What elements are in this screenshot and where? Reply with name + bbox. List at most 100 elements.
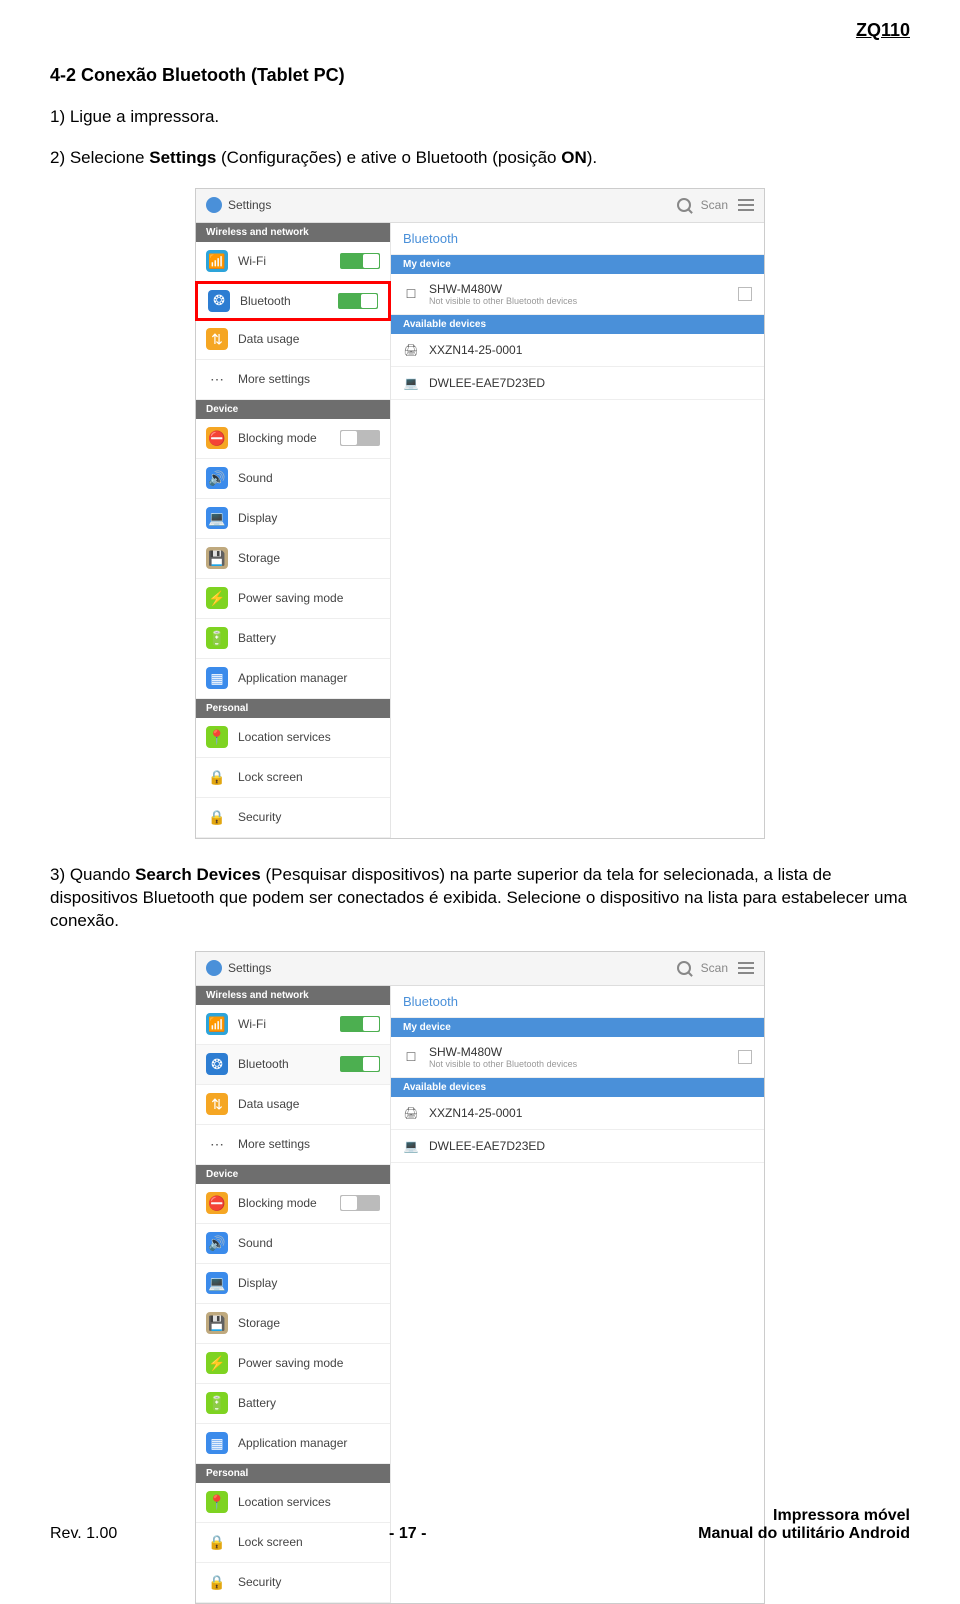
ui-title: Settings (228, 198, 271, 212)
wifi-toggle[interactable] (340, 253, 380, 269)
sb-label: Blocking mode (238, 1196, 317, 1210)
sidebar-item-security[interactable]: 🔒 Security (196, 798, 390, 838)
step-3-pre: 3) Quando (50, 865, 135, 884)
sidebar-item-sound[interactable]: 🔊 Sound (196, 459, 390, 499)
sidebar: Wireless and network 📶 Wi-Fi ❂ Bluetooth… (196, 223, 391, 838)
search-icon[interactable] (677, 198, 691, 212)
sidebar-item-powersave[interactable]: ⚡ Power saving mode (196, 579, 390, 619)
sidebar-item-wifi[interactable]: 📶 Wi-Fi (196, 1005, 390, 1045)
menu-icon[interactable] (738, 962, 754, 974)
device-row-2[interactable]: 💻 DWLEE-EAE7D23ED (391, 367, 764, 400)
security-icon: 🔒 (206, 1571, 228, 1593)
sidebar-item-storage[interactable]: 💾 Storage (196, 539, 390, 579)
my-device-text: SHW-M480W Not visible to other Bluetooth… (429, 282, 728, 306)
section-title: 4-2 Conexão Bluetooth (Tablet PC) (50, 65, 910, 86)
blocking-icon: ⛔ (206, 427, 228, 449)
visibility-checkbox[interactable] (738, 287, 752, 301)
sidebar-item-lock[interactable]: 🔒 Lock screen (196, 758, 390, 798)
device-1-name: XXZN14-25-0001 (429, 343, 752, 357)
sound-icon: 🔊 (206, 1232, 228, 1254)
footer-page: - 17 - (389, 1525, 426, 1543)
bluetooth-icon: ❂ (206, 1053, 228, 1075)
step-2: 2) Selecione Settings (Configurações) e … (50, 147, 910, 170)
sb-label: Wi-Fi (238, 254, 266, 268)
data-icon: ⇅ (206, 328, 228, 350)
sidebar-item-bluetooth[interactable]: ❂ Bluetooth (195, 281, 391, 321)
sb-label: Power saving mode (238, 591, 343, 605)
ui-header: Settings Scan (196, 952, 764, 986)
wifi-icon: 📶 (206, 1013, 228, 1035)
scan-label[interactable]: Scan (701, 198, 728, 212)
device-row-1[interactable]: 🖨 XXZN14-25-0001 (391, 334, 764, 367)
sidebar-item-bluetooth[interactable]: ❂ Bluetooth (196, 1045, 390, 1085)
sidebar-item-sound[interactable]: 🔊 Sound (196, 1224, 390, 1264)
ui-body: Wireless and network 📶 Wi-Fi ❂ Bluetooth… (196, 223, 764, 838)
menu-icon[interactable] (738, 199, 754, 211)
visibility-checkbox[interactable] (738, 1050, 752, 1064)
footer-title-1: Impressora móvel (698, 1507, 910, 1525)
sidebar-item-datausage[interactable]: ⇅ Data usage (196, 320, 390, 360)
my-device-name: SHW-M480W (429, 282, 728, 296)
device-row-1[interactable]: 🖨 XXZN14-25-0001 (391, 1097, 764, 1130)
display-icon: 💻 (206, 507, 228, 529)
sb-label: Storage (238, 1316, 280, 1330)
apps-icon: ▦ (206, 667, 228, 689)
screenshot-1: Settings Scan Wireless and network 📶 Wi-… (50, 188, 910, 839)
sb-label: Sound (238, 471, 273, 485)
sidebar-item-more[interactable]: ⋯ More settings (196, 360, 390, 400)
sidebar-item-display[interactable]: 💻 Display (196, 499, 390, 539)
sidebar-item-powersave[interactable]: ⚡ Power saving mode (196, 1344, 390, 1384)
blocking-toggle[interactable] (340, 430, 380, 446)
sidebar-item-appmgr[interactable]: ▦ Application manager (196, 659, 390, 699)
blocking-toggle[interactable] (340, 1195, 380, 1211)
model-header: ZQ110 (856, 20, 910, 41)
bluetooth-toggle[interactable] (338, 293, 378, 309)
sound-icon: 🔊 (206, 467, 228, 489)
device-row-2[interactable]: 💻 DWLEE-EAE7D23ED (391, 1130, 764, 1163)
laptop-icon: 💻 (403, 1138, 419, 1154)
bluetooth-toggle[interactable] (340, 1056, 380, 1072)
more-icon: ⋯ (206, 368, 228, 390)
wifi-toggle[interactable] (340, 1016, 380, 1032)
step-3-bold: Search Devices (135, 865, 261, 884)
screenshot-2: Settings Scan Wireless and network 📶 Wi-… (50, 951, 910, 1604)
section-wireless: Wireless and network (196, 986, 390, 1005)
sb-label: Storage (238, 551, 280, 565)
sidebar-item-more[interactable]: ⋯ More settings (196, 1125, 390, 1165)
step-2-pre: 2) Selecione (50, 148, 149, 167)
step-2-mid: (Configurações) e ative o Bluetooth (pos… (216, 148, 561, 167)
sidebar-item-display[interactable]: 💻 Display (196, 1264, 390, 1304)
sb-label: Bluetooth (240, 294, 291, 308)
sb-label: Lock screen (238, 770, 303, 784)
sb-label: Battery (238, 1396, 276, 1410)
ui-header-left: Settings (206, 197, 271, 213)
sb-label: Data usage (238, 1097, 299, 1111)
sidebar-item-blocking[interactable]: ⛔ Blocking mode (196, 419, 390, 459)
my-device-row[interactable]: ☐ SHW-M480W Not visible to other Bluetoo… (391, 274, 764, 315)
sidebar-item-appmgr[interactable]: ▦ Application manager (196, 1424, 390, 1464)
sidebar-item-blocking[interactable]: ⛔ Blocking mode (196, 1184, 390, 1224)
display-icon: 💻 (206, 1272, 228, 1294)
printer-icon: 🖨 (403, 342, 419, 358)
step-2-post: ). (587, 148, 597, 167)
sidebar-item-location[interactable]: 📍 Location services (196, 718, 390, 758)
my-device-bar: My device (391, 1018, 764, 1037)
sb-label: More settings (238, 372, 310, 386)
apps-icon: ▦ (206, 1432, 228, 1454)
data-icon: ⇅ (206, 1093, 228, 1115)
sidebar-item-security[interactable]: 🔒 Security (196, 1563, 390, 1603)
sb-label: Security (238, 810, 281, 824)
my-device-name: SHW-M480W (429, 1045, 728, 1059)
sb-label: Location services (238, 730, 331, 744)
my-device-row[interactable]: ☐ SHW-M480W Not visible to other Bluetoo… (391, 1037, 764, 1078)
sidebar-item-battery[interactable]: 🔋 Battery (196, 619, 390, 659)
sidebar-item-battery[interactable]: 🔋 Battery (196, 1384, 390, 1424)
sidebar-item-datausage[interactable]: ⇅ Data usage (196, 1085, 390, 1125)
scan-label[interactable]: Scan (701, 961, 728, 975)
avail-bar: Available devices (391, 1078, 764, 1097)
storage-icon: 💾 (206, 1312, 228, 1334)
sb-label: Sound (238, 1236, 273, 1250)
sidebar-item-storage[interactable]: 💾 Storage (196, 1304, 390, 1344)
search-icon[interactable] (677, 961, 691, 975)
sidebar-item-wifi[interactable]: 📶 Wi-Fi (196, 242, 390, 282)
